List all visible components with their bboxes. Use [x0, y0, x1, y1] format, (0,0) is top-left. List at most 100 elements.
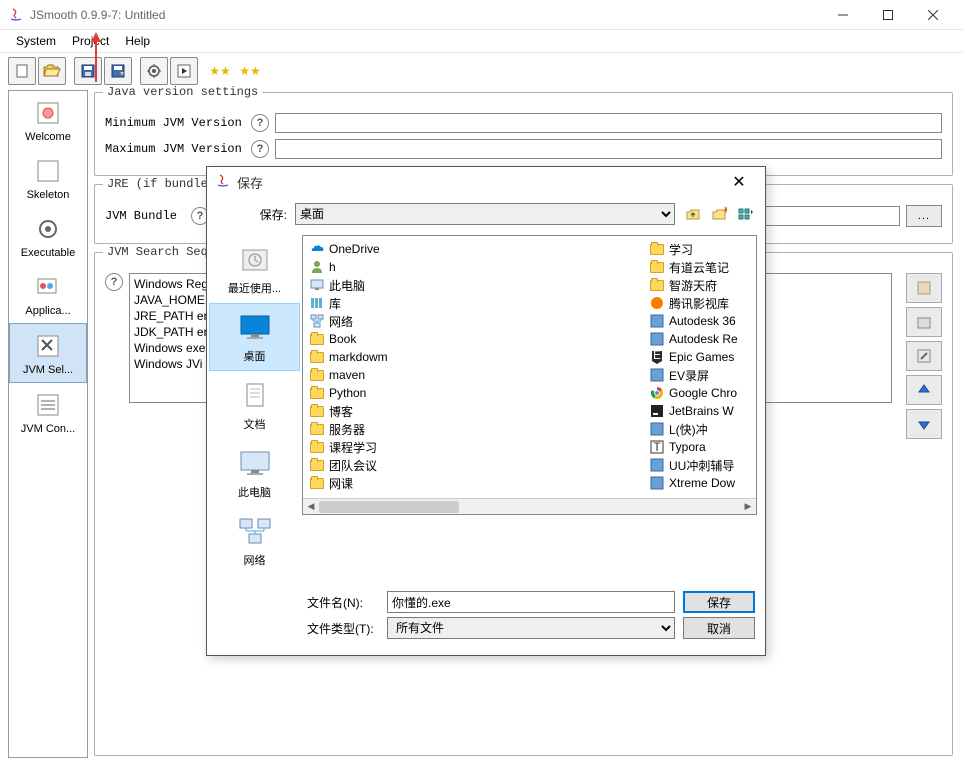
scroll-right-button[interactable]: ▶ [740, 499, 756, 515]
run-button[interactable] [170, 57, 198, 85]
app-icon [649, 421, 665, 437]
menu-project[interactable]: Project [64, 32, 117, 50]
menu-system[interactable]: System [8, 32, 64, 50]
file-item[interactable]: 智游天府 [643, 276, 756, 294]
help-icon[interactable]: ? [251, 140, 269, 158]
view-icon[interactable] [735, 204, 755, 224]
add-button[interactable] [906, 273, 942, 303]
compile-button[interactable] [140, 57, 168, 85]
cancel-button[interactable]: 取消 [683, 617, 755, 639]
recent-icon [237, 242, 273, 278]
file-item[interactable]: Google Chro [643, 384, 756, 402]
file-item[interactable]: 服务器 [303, 420, 643, 438]
filename-input[interactable] [387, 591, 675, 613]
filetype-select[interactable]: 所有文件 [387, 617, 675, 639]
place-network[interactable]: 网络 [209, 507, 300, 575]
file-label: UU冲刺辅导 [669, 457, 734, 474]
browse-button[interactable]: ... [906, 205, 942, 227]
sidebar-item-skeleton[interactable]: Skeleton [9, 149, 87, 207]
place-documents[interactable]: 文档 [209, 371, 300, 439]
move-up-button[interactable] [906, 375, 942, 405]
sidebar-item-welcome[interactable]: Welcome [9, 91, 87, 149]
jvm-config-icon [32, 389, 64, 421]
min-jvm-input[interactable] [275, 113, 942, 133]
file-item[interactable]: OneDrive [303, 240, 643, 258]
file-item[interactable]: 课程学习 [303, 438, 643, 456]
place-desktop[interactable]: 桌面 [209, 303, 300, 371]
new-button[interactable] [8, 57, 36, 85]
folder-icon [309, 349, 325, 365]
horizontal-scrollbar[interactable]: ◀ ▶ [303, 498, 756, 514]
network-icon [237, 514, 273, 550]
file-item[interactable]: h [303, 258, 643, 276]
file-label: 网课 [329, 475, 353, 492]
places-bar: 最近使用... 桌面 文档 此电脑 网络 [207, 231, 302, 579]
app-icon [649, 331, 665, 347]
sidebar-item-jvm-config[interactable]: JVM Con... [9, 383, 87, 441]
file-item[interactable]: Autodesk 36 [643, 312, 756, 330]
file-item[interactable]: 团队会议 [303, 456, 643, 474]
max-jvm-input[interactable] [275, 139, 942, 159]
save-as-button[interactable] [104, 57, 132, 85]
file-item[interactable]: 有道云笔记 [643, 258, 756, 276]
file-item[interactable]: Python [303, 384, 643, 402]
sidebar-item-application[interactable]: Applica... [9, 265, 87, 323]
pc-icon [237, 446, 273, 482]
file-item[interactable]: 此电脑 [303, 276, 643, 294]
file-item[interactable]: EV录屏 [643, 366, 756, 384]
file-label: 腾讯影视库 [669, 295, 729, 312]
file-item[interactable]: maven [303, 366, 643, 384]
sidebar-item-jvm-selection[interactable]: JVM Sel... [9, 323, 87, 383]
java-icon [215, 173, 231, 192]
file-item[interactable]: 网络 [303, 312, 643, 330]
edit-button[interactable] [906, 341, 942, 371]
file-item[interactable]: 库 [303, 294, 643, 312]
file-item[interactable]: 博客 [303, 402, 643, 420]
help-icon[interactable]: ? [251, 114, 269, 132]
file-item[interactable]: 腾讯影视库 [643, 294, 756, 312]
save-button[interactable] [74, 57, 102, 85]
save-in-select[interactable]: 桌面 [295, 203, 675, 225]
menu-help[interactable]: Help [117, 32, 158, 50]
open-button[interactable] [38, 57, 66, 85]
scroll-thumb[interactable] [319, 501, 459, 513]
file-item[interactable]: JetBrains W [643, 402, 756, 420]
new-folder-icon[interactable]: ✷ [709, 204, 729, 224]
file-item[interactable]: Autodesk Re [643, 330, 756, 348]
folder-icon [309, 367, 325, 383]
minimize-button[interactable] [820, 1, 865, 29]
sidebar-label: Skeleton [27, 189, 70, 201]
maximize-button[interactable] [865, 1, 910, 29]
file-item[interactable]: Xtreme Dow [643, 474, 756, 492]
dialog-close-button[interactable]: ✕ [721, 169, 757, 195]
place-thispc[interactable]: 此电脑 [209, 439, 300, 507]
file-item[interactable]: 网课 [303, 474, 643, 492]
file-item[interactable]: UU冲刺辅导 [643, 456, 756, 474]
file-label: EV录屏 [669, 367, 709, 384]
scroll-left-button[interactable]: ◀ [303, 499, 319, 515]
up-folder-icon[interactable] [683, 204, 703, 224]
star-button-1[interactable]: ★★ [206, 57, 234, 85]
save-button[interactable]: 保存 [683, 591, 755, 613]
file-item[interactable]: Book [303, 330, 643, 348]
help-icon[interactable]: ? [105, 273, 123, 291]
close-button[interactable] [910, 1, 955, 29]
filename-label: 文件名(N): [307, 594, 379, 611]
file-item[interactable]: 学习 [643, 240, 756, 258]
star-button-2[interactable]: ★★ [236, 57, 264, 85]
file-item[interactable]: TTypora [643, 438, 756, 456]
file-item[interactable]: EEpic Games [643, 348, 756, 366]
jvm-selection-icon [32, 330, 64, 362]
file-list[interactable]: OneDriveh此电脑库网络Bookmarkdowmmaven Python 博客… [302, 235, 757, 515]
file-label: Python [329, 386, 366, 400]
place-recent[interactable]: 最近使用... [209, 235, 300, 303]
file-item[interactable]: markdowm [303, 348, 643, 366]
folder-icon [649, 259, 665, 275]
sidebar-item-executable[interactable]: Executable [9, 207, 87, 265]
remove-button[interactable] [906, 307, 942, 337]
file-label: 课程学习 [329, 439, 377, 456]
move-down-button[interactable] [906, 409, 942, 439]
file-item[interactable]: L(快)冲 [643, 420, 756, 438]
save-dialog: 保存 ✕ 保存: 桌面 ✷ 最近使用... 桌面 文档 [206, 166, 766, 656]
file-label: 有道云笔记 [669, 259, 729, 276]
